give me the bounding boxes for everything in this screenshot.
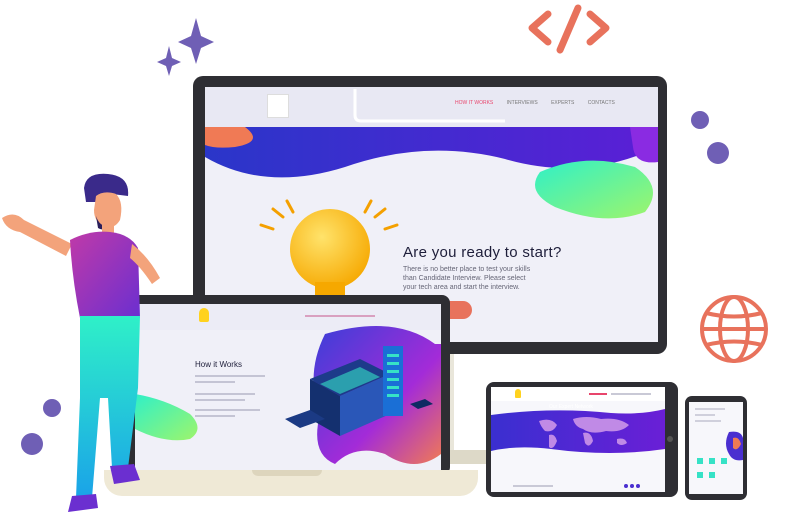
- nav-how-it-works[interactable]: HOW IT WORKS: [455, 100, 493, 106]
- hero-line-2: than Candidate Interview. Please select: [403, 275, 526, 282]
- tablet-screen-art: [491, 387, 665, 488]
- laptop-logo: [199, 308, 209, 322]
- dot: [707, 142, 729, 164]
- dot: [691, 111, 709, 129]
- laptop-nav: [305, 315, 375, 317]
- desktop-nav: HOW IT WORKS INTERVIEWS EXPERTS CONTACTS: [455, 100, 615, 106]
- nav-contacts[interactable]: CONTACTS: [588, 100, 615, 106]
- nav-experts[interactable]: EXPERTS: [551, 100, 574, 106]
- code-tag-icon: [528, 4, 610, 54]
- tablet-screen: Our Expert Network: [491, 387, 665, 492]
- person-illustration: [2, 173, 160, 512]
- phone-screen-art: [695, 408, 743, 478]
- laptop-screen: How it Works: [135, 304, 441, 470]
- hero-line-1: There is no better place to test your sk…: [403, 266, 531, 273]
- tablet-title: Our Expert Network: [549, 404, 593, 410]
- laptop-title: How it Works: [195, 360, 242, 369]
- sparkle-icon: [157, 18, 214, 76]
- laptop-screen-art: [135, 304, 441, 464]
- hero-line-3: your tech area and start the interview.: [403, 284, 520, 291]
- laptop-trackpad-notch: [252, 470, 322, 476]
- globe-icon: [700, 295, 768, 363]
- tablet-home-button[interactable]: [667, 436, 673, 442]
- tablet-logo: [515, 389, 521, 398]
- hero-description: There is no better place to test your sk…: [403, 265, 530, 292]
- nav-interviews[interactable]: INTERVIEWS: [507, 100, 538, 106]
- desktop-logo: [267, 94, 289, 118]
- hero-title: Are you ready to start?: [403, 244, 562, 261]
- phone-screen: [689, 402, 743, 494]
